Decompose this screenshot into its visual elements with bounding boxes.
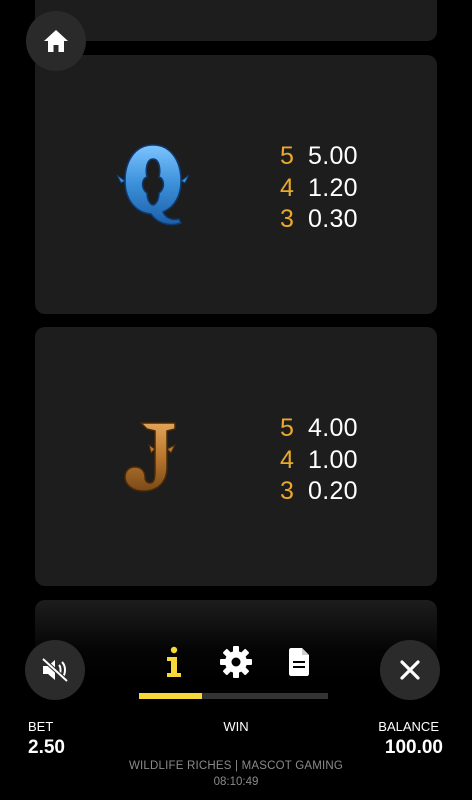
payout-value: 5.00 — [308, 142, 358, 171]
balance-value: 100.00 — [384, 737, 443, 758]
payout-table-j: 5 4.00 4 1.00 3 0.20 — [280, 413, 420, 508]
payout-row: 3 0.20 — [280, 476, 420, 508]
tab-progress-track — [139, 693, 328, 699]
paytable-card-q: 5 5.00 4 1.20 3 0.30 — [35, 55, 437, 314]
paytable-card-partial-top — [35, 0, 437, 41]
balance-label: BALANCE — [378, 719, 439, 734]
jack-letter-icon — [124, 422, 177, 492]
payout-count: 3 — [280, 477, 295, 506]
payout-table-q: 5 5.00 4 1.20 3 0.30 — [280, 141, 420, 236]
bet-value: 2.50 — [28, 737, 65, 758]
tab-settings[interactable] — [216, 644, 256, 680]
payout-row: 5 5.00 — [280, 141, 420, 173]
tab-active-indicator — [139, 693, 202, 699]
payout-row: 4 1.20 — [280, 173, 420, 205]
close-icon — [400, 660, 420, 680]
paytable-screen: 5 5.00 4 1.20 3 0.30 5 4.00 4 1.00 3 0.2… — [0, 0, 472, 800]
tab-paytable[interactable] — [279, 644, 319, 680]
paytable-card-j: 5 4.00 4 1.00 3 0.20 — [35, 327, 437, 586]
mute-button[interactable] — [25, 640, 85, 700]
close-button[interactable] — [380, 640, 440, 700]
payout-value: 0.30 — [308, 205, 358, 234]
payout-value: 1.20 — [308, 173, 358, 202]
payout-row: 3 0.30 — [280, 204, 420, 236]
speaker-muted-icon — [41, 657, 69, 683]
home-icon — [44, 30, 68, 52]
payout-count: 4 — [280, 173, 295, 202]
payout-value: 4.00 — [308, 414, 358, 443]
clock: 08:10:49 — [213, 776, 259, 788]
payout-row: 4 1.00 — [280, 445, 420, 477]
payout-count: 4 — [280, 445, 295, 474]
payout-value: 1.00 — [308, 445, 358, 474]
payout-count: 5 — [280, 414, 295, 443]
home-button[interactable] — [26, 11, 86, 71]
payout-value: 0.20 — [308, 477, 358, 506]
game-title: WILDLIFE RICHES | MASCOT GAMING — [128, 760, 344, 772]
payout-count: 3 — [280, 205, 295, 234]
info-icon — [167, 646, 181, 677]
tab-info[interactable] — [153, 644, 193, 680]
payout-row: 5 4.00 — [280, 413, 420, 445]
gear-icon — [220, 646, 252, 678]
payout-count: 5 — [280, 142, 295, 171]
queen-letter-icon — [116, 144, 190, 226]
document-icon — [289, 648, 309, 676]
